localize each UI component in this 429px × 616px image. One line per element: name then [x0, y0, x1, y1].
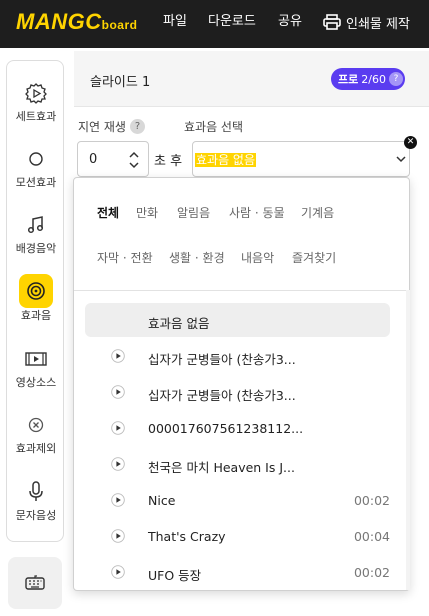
- motion-effect-icon: [24, 147, 48, 171]
- category-favorites[interactable]: 즐겨찾기: [292, 249, 336, 266]
- sound-effect-select[interactable]: 효과음 없음: [192, 141, 410, 177]
- print-product-button[interactable]: 인쇄물 제작: [323, 12, 410, 32]
- exclude-effect-icon: [24, 413, 48, 437]
- sound-list-item[interactable]: 효과음 없음: [85, 303, 390, 337]
- selected-sound-value: 효과음 없음: [195, 153, 257, 167]
- sound-list-item[interactable]: That's Crazy 00:04: [85, 519, 390, 553]
- sidebar-item-label: 효과제외: [15, 442, 57, 455]
- music-note-icon: [24, 213, 48, 237]
- delay-unit-label: 초 후: [154, 154, 183, 169]
- sidebar-item-exclude-effect[interactable]: 효과제외: [7, 413, 65, 473]
- category-my-music[interactable]: 내음악: [241, 249, 274, 266]
- play-icon[interactable]: [111, 493, 125, 507]
- sidebar-item-text-to-speech[interactable]: 문자음성: [7, 480, 65, 540]
- printer-icon: [323, 14, 341, 30]
- category-cartoon[interactable]: 만화: [136, 204, 158, 221]
- sound-list-item[interactable]: Nice 00:02: [85, 483, 390, 517]
- play-icon[interactable]: [111, 349, 125, 363]
- category-people-animals[interactable]: 사람 · 동물: [229, 204, 285, 221]
- delay-stepper[interactable]: 0: [77, 141, 149, 177]
- menu-download[interactable]: 다운로드: [208, 14, 256, 30]
- help-icon[interactable]: ?: [388, 72, 403, 86]
- sidebar-item-sound-effect[interactable]: 효과음: [7, 274, 65, 340]
- sound-list-item[interactable]: 000017607561238112...: [85, 411, 390, 445]
- sidebar-item-label: 문자음성: [15, 509, 57, 522]
- logo-subtext: board: [101, 18, 138, 32]
- slide-title: 슬라이드 1: [90, 75, 151, 90]
- category-all[interactable]: 전체: [97, 204, 119, 221]
- close-icon[interactable]: ✕: [404, 136, 417, 149]
- stepper-arrows-icon[interactable]: [128, 148, 140, 172]
- sound-duration: 00:02: [353, 565, 390, 580]
- sound-name: 십자가 군병들아 (찬송가3...: [148, 388, 296, 403]
- sound-name: That's Crazy: [148, 529, 226, 544]
- sound-select-label: 효과음 선택: [184, 120, 244, 134]
- sidebar-item-label: 모션효과: [15, 176, 57, 189]
- dropdown-divider: [74, 290, 409, 291]
- keyboard-shortcut-button[interactable]: [8, 557, 62, 609]
- keyboard-icon: [25, 575, 45, 590]
- dropdown-scrollbar[interactable]: [406, 290, 410, 590]
- set-effect-icon: [24, 81, 48, 105]
- logo-text: MANGC: [16, 9, 102, 34]
- sound-duration: 00:04: [353, 529, 390, 544]
- sound-name: Nice: [148, 493, 176, 508]
- sound-list-item[interactable]: 천국은 마치 Heaven Is J...: [85, 447, 390, 481]
- play-icon[interactable]: [111, 421, 125, 435]
- sidebar-item-label: 세트효과: [15, 110, 57, 123]
- pro-usage-badge[interactable]: 프로 2/60 ?: [331, 68, 405, 90]
- category-life-environment[interactable]: 생활 · 환경: [169, 249, 225, 266]
- effect-sidebar: 세트효과 모션효과 배경음악 효과음 영상소스 효과제외 문자음성: [6, 60, 64, 542]
- video-source-icon: [24, 347, 48, 371]
- top-bar: MANGCboard 파일 다운로드 공유 인쇄물 제작: [0, 0, 429, 48]
- menu-share[interactable]: 공유: [278, 14, 302, 30]
- sound-list-item[interactable]: 십자가 군병들아 (찬송가3...: [85, 375, 390, 409]
- delay-value: 0: [89, 152, 98, 167]
- pro-label: 프로: [338, 73, 359, 86]
- microphone-icon: [24, 480, 48, 504]
- pro-usage-count: 2/60: [361, 72, 386, 86]
- sound-name: UFO 등장: [148, 568, 202, 583]
- sound-name: 천국은 마치 Heaven Is J...: [148, 460, 295, 475]
- sidebar-item-label: 효과음: [20, 309, 52, 322]
- sound-list-item[interactable]: UFO 등장 00:02: [85, 555, 390, 589]
- play-icon[interactable]: [111, 385, 125, 399]
- sound-effect-icon: [19, 274, 53, 308]
- category-mechanical[interactable]: 기계음: [301, 204, 334, 221]
- sound-effect-dropdown: 전체 만화 알림음 사람 · 동물 기계음 자막 · 전환 생활 · 환경 내음…: [73, 177, 410, 591]
- menu-file[interactable]: 파일: [163, 14, 187, 30]
- chevron-down-icon: [396, 156, 406, 163]
- help-icon[interactable]: ?: [129, 119, 145, 134]
- sound-name: 효과음 없음: [148, 316, 210, 331]
- sidebar-item-video-source[interactable]: 영상소스: [7, 347, 65, 407]
- play-icon[interactable]: [111, 457, 125, 471]
- delay-playback-label: 지연 재생 ?: [78, 118, 145, 135]
- sidebar-item-set-effect[interactable]: 세트효과: [7, 81, 65, 141]
- sound-name: 000017607561238112...: [148, 421, 304, 436]
- sound-duration: 00:02: [353, 493, 390, 508]
- category-notification[interactable]: 알림음: [177, 204, 210, 221]
- print-product-label: 인쇄물 제작: [346, 16, 410, 32]
- sidebar-item-label: 배경음악: [15, 242, 57, 255]
- delay-label-text: 지연 재생: [78, 120, 126, 134]
- play-icon[interactable]: [111, 565, 125, 579]
- mangoboard-logo[interactable]: MANGCboard: [16, 10, 137, 37]
- sidebar-item-background-music[interactable]: 배경음악: [7, 213, 65, 273]
- sidebar-item-label: 영상소스: [15, 376, 57, 389]
- sound-name: 십자가 군병들아 (찬송가3...: [148, 352, 296, 367]
- play-icon[interactable]: [111, 529, 125, 543]
- sound-list-item[interactable]: 십자가 군병들아 (찬송가3...: [85, 339, 390, 373]
- sidebar-item-motion-effect[interactable]: 모션효과: [7, 147, 65, 207]
- category-caption-transition[interactable]: 자막 · 전환: [97, 249, 153, 266]
